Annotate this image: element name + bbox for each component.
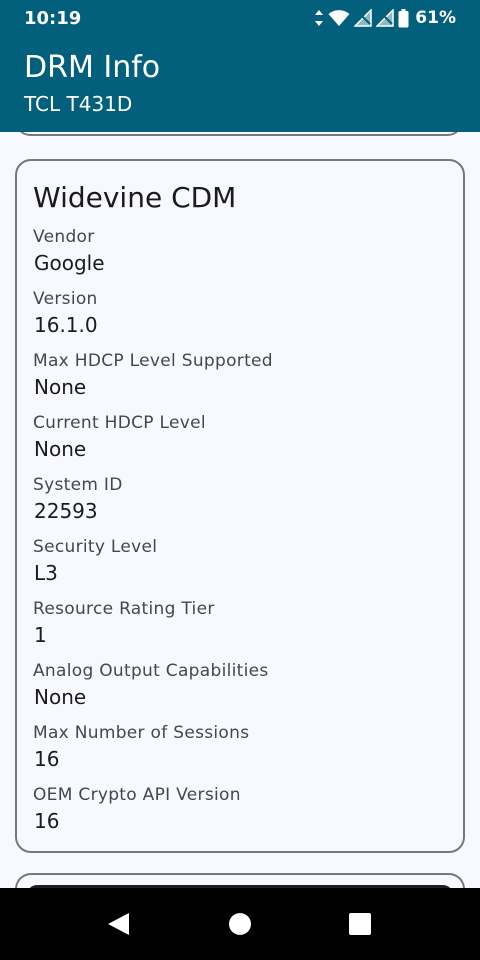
- field-value: 22593: [34, 499, 98, 523]
- field-value: 16: [34, 747, 60, 771]
- field-value: None: [34, 437, 87, 461]
- next-card: [15, 873, 465, 888]
- back-icon[interactable]: [107, 912, 131, 936]
- content-scroll[interactable]: Widevine CDM Vendor Google Version 16.1.…: [0, 132, 480, 888]
- field-vendor: Vendor Google: [33, 227, 105, 275]
- field-label: Version: [33, 289, 98, 309]
- status-time: 10:19: [24, 8, 82, 29]
- field-resource-rating: Resource Rating Tier 1: [33, 599, 215, 647]
- field-max-hdcp: Max HDCP Level Supported None: [33, 351, 273, 399]
- field-value: None: [34, 375, 87, 399]
- signal-off-icon: [354, 9, 373, 27]
- field-label: Vendor: [33, 227, 95, 247]
- field-version: Version 16.1.0: [33, 289, 98, 337]
- field-label: Max HDCP Level Supported: [33, 351, 273, 371]
- widevine-card: Widevine CDM Vendor Google Version 16.1.…: [15, 159, 465, 853]
- field-label: System ID: [33, 475, 123, 495]
- field-current-hdcp: Current HDCP Level None: [33, 413, 206, 461]
- recents-icon[interactable]: [348, 912, 372, 936]
- field-max-sessions: Max Number of Sessions 16: [33, 723, 249, 771]
- app-title: DRM Info: [24, 50, 161, 85]
- field-label: Max Number of Sessions: [33, 723, 250, 743]
- battery-percent: 61%: [415, 8, 456, 28]
- home-icon[interactable]: [228, 912, 252, 936]
- app-subtitle: TCL T431D: [24, 92, 133, 116]
- field-oem-crypto: OEM Crypto API Version 16: [33, 785, 241, 833]
- field-value: L3: [34, 561, 58, 585]
- status-bar: 10:19 61%: [0, 0, 480, 38]
- field-security-level: Security Level L3: [33, 537, 157, 585]
- app-bar: DRM Info TCL T431D: [0, 38, 480, 132]
- previous-card: [16, 132, 462, 136]
- status-icons: 61%: [314, 7, 456, 29]
- field-label: Analog Output Capabilities: [33, 661, 269, 681]
- field-system-id: System ID 22593: [33, 475, 123, 523]
- field-analog-output: Analog Output Capabilities None: [33, 661, 269, 709]
- field-value: 16: [34, 809, 60, 833]
- field-label: Current HDCP Level: [33, 413, 206, 433]
- field-value: 1: [34, 623, 47, 647]
- card-title: Widevine CDM: [33, 181, 237, 214]
- field-label: Resource Rating Tier: [33, 599, 215, 619]
- signal-off-icon: [376, 9, 395, 27]
- wifi-icon: [328, 9, 350, 27]
- field-label: OEM Crypto API Version: [33, 785, 241, 805]
- screen: 10:19 61% DRM Info TCL T431D Widevine CD…: [0, 0, 480, 960]
- field-value: Google: [34, 251, 105, 275]
- battery-icon: [398, 8, 409, 28]
- field-value: 16.1.0: [34, 313, 98, 337]
- field-label: Security Level: [33, 537, 158, 557]
- data-arrows-icon: [314, 9, 324, 27]
- field-value: None: [34, 685, 87, 709]
- navigation-bar: [0, 888, 480, 960]
